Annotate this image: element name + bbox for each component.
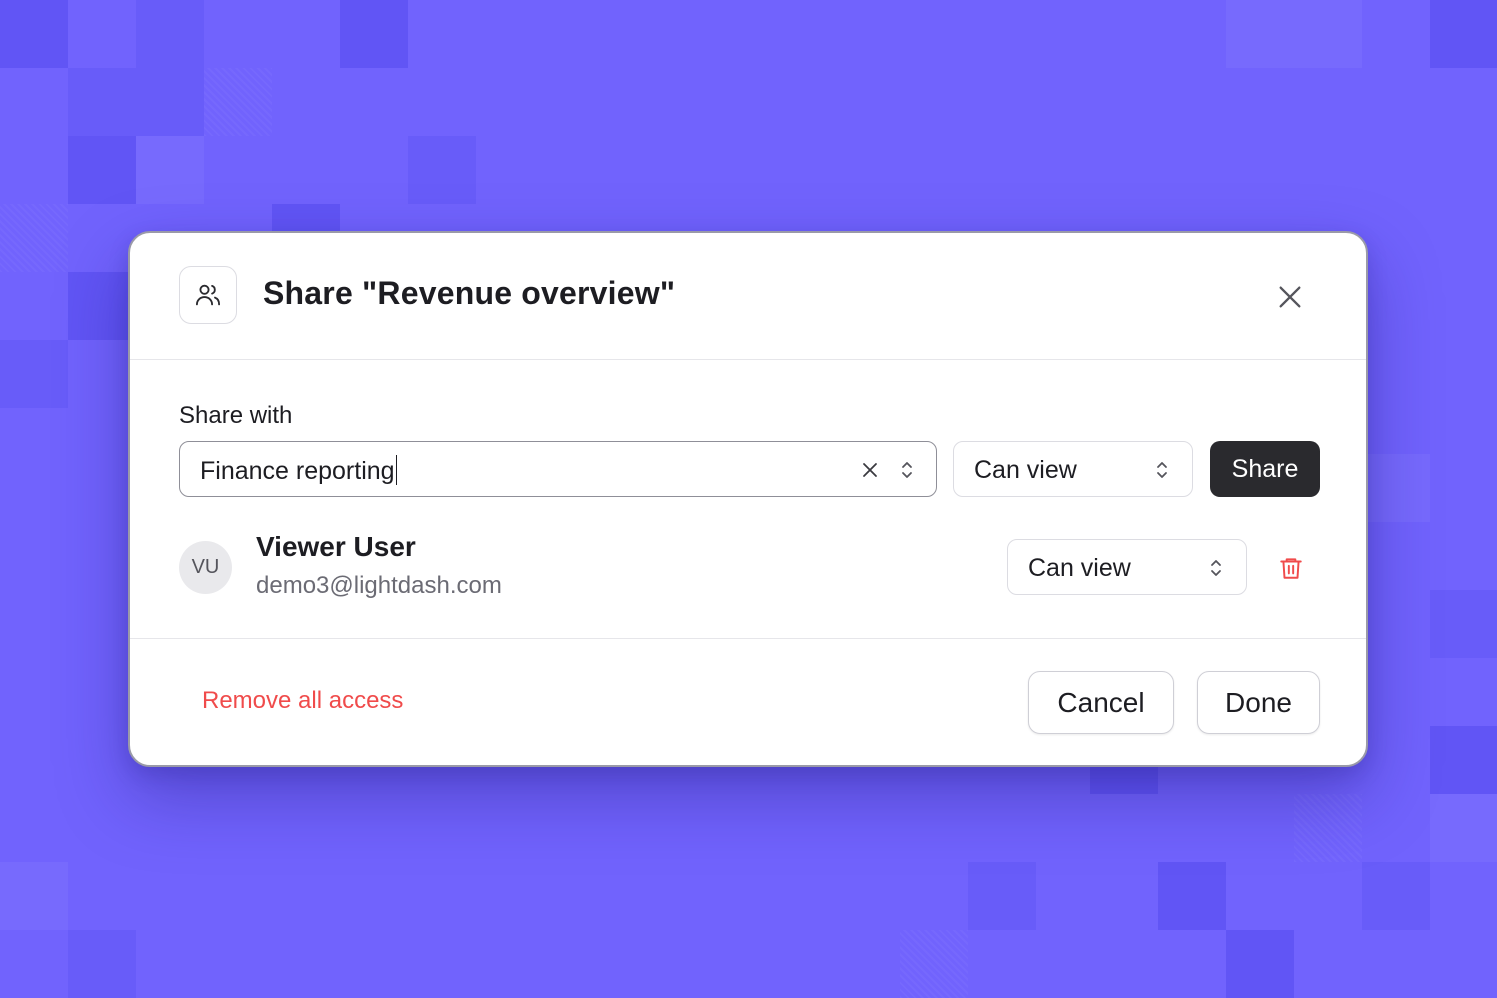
share-dialog: Share "Revenue overview" Share with Fina… <box>128 231 1368 767</box>
chevron-up-down-icon[interactable] <box>896 457 918 483</box>
user-name: Viewer User <box>256 531 416 562</box>
share-permission-select[interactable]: Can view <box>953 441 1193 497</box>
share-search-value[interactable]: Finance reporting <box>200 455 398 486</box>
trash-icon <box>1280 558 1302 579</box>
text-cursor <box>395 455 398 485</box>
share-search-input[interactable]: Finance reporting <box>179 441 937 497</box>
dialog-body: Share with Finance reporting Can view Sh… <box>130 360 1366 639</box>
user-email: demo3@lightdash.com <box>256 572 502 599</box>
share-permission-value: Can view <box>974 456 1077 484</box>
done-button[interactable]: Done <box>1197 671 1320 734</box>
user-permission-value: Can view <box>1028 554 1131 582</box>
dialog-title: Share "Revenue overview" <box>263 275 676 311</box>
share-with-label: Share with <box>179 402 293 429</box>
remove-user-button[interactable] <box>1276 553 1306 583</box>
share-button[interactable]: Share <box>1210 441 1320 497</box>
chevron-up-down-icon <box>1206 555 1226 581</box>
cancel-button[interactable]: Cancel <box>1028 671 1174 734</box>
remove-all-access-link[interactable]: Remove all access <box>202 687 403 715</box>
users-icon <box>179 266 237 324</box>
avatar: VU <box>179 541 232 594</box>
chevron-up-down-icon <box>1152 457 1172 483</box>
dialog-header: Share "Revenue overview" <box>130 233 1366 360</box>
close-icon <box>1279 286 1301 308</box>
clear-icon[interactable] <box>858 458 882 482</box>
close-button[interactable] <box>1270 277 1310 317</box>
user-permission-select[interactable]: Can view <box>1007 539 1247 595</box>
